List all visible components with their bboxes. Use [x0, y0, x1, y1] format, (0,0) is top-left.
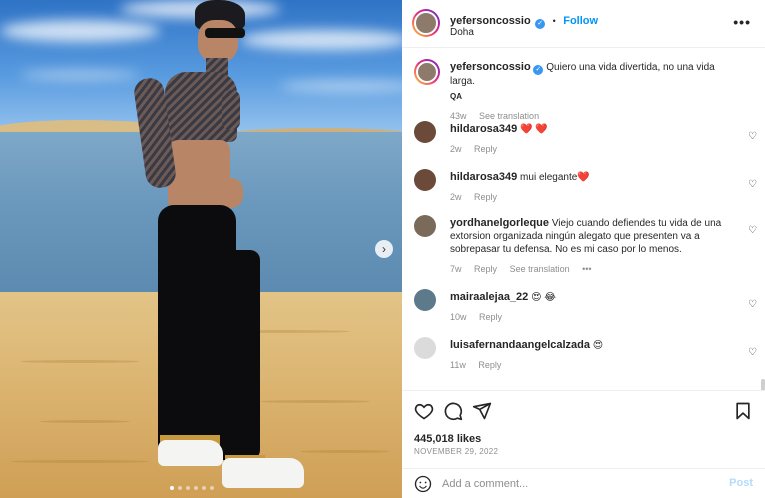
- emoji-icon[interactable]: [414, 475, 432, 493]
- more-options-icon[interactable]: •••: [733, 14, 751, 30]
- see-translation-link[interactable]: See translation: [510, 264, 570, 274]
- comment-time[interactable]: 7w: [450, 264, 462, 274]
- commenter-avatar[interactable]: [414, 215, 436, 237]
- post-photo[interactable]: ›: [0, 0, 402, 498]
- comment-text: ❤️ ❤️: [520, 124, 548, 135]
- commenter-avatar[interactable]: [414, 121, 436, 143]
- comment-text: 😍 😂: [531, 292, 556, 303]
- like-comment-heart-icon[interactable]: ♡: [748, 131, 757, 142]
- instagram-post-modal: › yefersoncossio ✓ • Follow Doha ••• yef…: [0, 0, 765, 498]
- comments-list[interactable]: yefersoncossio ✓ Quiero una vida diverti…: [402, 49, 765, 390]
- post-location[interactable]: Doha: [450, 27, 474, 38]
- heart-icon[interactable]: [414, 401, 434, 421]
- carousel-dot: [170, 486, 174, 490]
- comments-scrollbar[interactable]: [761, 379, 765, 390]
- comment-more-icon[interactable]: •••: [582, 264, 591, 274]
- reply-button[interactable]: Reply: [474, 264, 497, 274]
- caption-sub: QA: [450, 92, 462, 101]
- post-date: NOVEMBER 29, 2022: [414, 447, 499, 456]
- follow-separator: •: [552, 16, 556, 26]
- verified-badge-icon: ✓: [533, 65, 544, 75]
- like-comment-heart-icon[interactable]: ♡: [748, 179, 757, 190]
- comment-username[interactable]: yordhanelgorleque: [450, 217, 549, 229]
- carousel-dot: [194, 486, 198, 490]
- send-icon[interactable]: [472, 401, 492, 421]
- comment-username[interactable]: hildarosa349: [450, 171, 517, 183]
- carousel-dot: [186, 486, 190, 490]
- see-translation-link[interactable]: See translation: [479, 111, 539, 121]
- carousel-dot: [202, 486, 206, 490]
- author-avatar[interactable]: [412, 9, 440, 37]
- like-count[interactable]: 445,018 likes: [414, 433, 481, 445]
- carousel-dot: [210, 486, 214, 490]
- add-comment-input[interactable]: [442, 476, 712, 492]
- commenter-avatar[interactable]: [414, 169, 436, 191]
- comment-time[interactable]: 2w: [450, 192, 462, 202]
- reply-button[interactable]: Reply: [474, 192, 497, 202]
- comment-icon[interactable]: [443, 401, 463, 421]
- post-actions: 445,018 likes NOVEMBER 29, 2022: [402, 390, 765, 468]
- comment-text: 😍: [592, 340, 604, 351]
- reply-button[interactable]: Reply: [479, 312, 502, 322]
- post-comment-button[interactable]: Post: [729, 477, 753, 489]
- verified-badge-icon: ✓: [535, 19, 546, 29]
- reply-button[interactable]: Reply: [478, 360, 501, 370]
- like-comment-heart-icon[interactable]: ♡: [748, 347, 757, 358]
- like-comment-heart-icon[interactable]: ♡: [748, 225, 757, 236]
- carousel-next-button[interactable]: ›: [375, 240, 393, 258]
- reply-button[interactable]: Reply: [474, 144, 497, 154]
- comment-username[interactable]: luisafernandaangelcalzada: [450, 339, 590, 351]
- caption-username[interactable]: yefersoncossio: [450, 61, 531, 73]
- carousel-dots: [170, 486, 214, 490]
- comment-username[interactable]: hildarosa349: [450, 123, 517, 135]
- author-username[interactable]: yefersoncossio: [450, 15, 531, 27]
- commenter-avatar[interactable]: [414, 337, 436, 359]
- bookmark-icon[interactable]: [733, 401, 753, 421]
- caption-time[interactable]: 43w: [450, 111, 467, 121]
- follow-button[interactable]: Follow: [563, 15, 598, 27]
- post-side-panel: yefersoncossio ✓ • Follow Doha ••• yefer…: [402, 0, 765, 498]
- comment-username[interactable]: mairaalejaa_22: [450, 291, 528, 303]
- like-comment-heart-icon[interactable]: ♡: [748, 299, 757, 310]
- comment-time[interactable]: 2w: [450, 144, 462, 154]
- comment-time[interactable]: 10w: [450, 312, 467, 322]
- commenter-avatar[interactable]: [414, 289, 436, 311]
- comment-time[interactable]: 11w: [450, 360, 466, 370]
- add-comment-bar: Post: [402, 468, 765, 498]
- post-header: yefersoncossio ✓ • Follow Doha •••: [402, 0, 765, 48]
- caption-avatar[interactable]: [414, 59, 440, 85]
- comment-text: mui elegante❤️: [520, 172, 590, 183]
- carousel-dot: [178, 486, 182, 490]
